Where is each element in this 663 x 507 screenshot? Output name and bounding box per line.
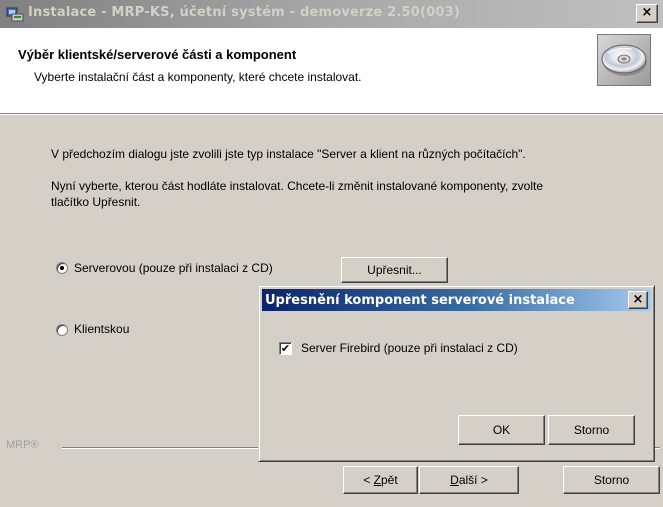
- check-icon: ✔: [280, 342, 291, 355]
- intro-text: V předchozím dialogu jste zvolili jste t…: [51, 147, 526, 161]
- dialog-cancel-label: Storno: [573, 423, 610, 437]
- component-details-dialog: Upřesnění komponent serverové instalace …: [258, 285, 655, 462]
- next-button[interactable]: Další >: [419, 466, 519, 494]
- firebird-checkbox-label[interactable]: Server Firebird (pouze při instalaci z C…: [301, 341, 518, 355]
- installer-window: Instalace - MRP-KS, účetní systém - demo…: [0, 0, 663, 507]
- details-button-label: Upřesnit...: [367, 263, 422, 277]
- header-banner: Výběr klientské/serverové části a kompon…: [0, 28, 663, 115]
- next-button-label: Další >: [450, 473, 488, 487]
- instruction-text-line2: tlačítko Upřesnit.: [51, 195, 141, 209]
- instruction-text-line1: Nyní vyberte, kterou část hodláte instal…: [51, 179, 544, 193]
- firebird-checkbox[interactable]: ✔: [279, 342, 292, 355]
- close-button[interactable]: ×: [636, 4, 658, 23]
- server-radio[interactable]: [56, 262, 68, 274]
- page-title: Výběr klientské/serverové části a kompon…: [18, 47, 297, 62]
- installer-app-icon: [6, 7, 24, 22]
- close-icon: ×: [632, 292, 644, 307]
- back-button-label: < Zpět: [363, 473, 398, 487]
- dialog-ok-button[interactable]: OK: [458, 415, 545, 445]
- cd-disc-icon: [601, 44, 647, 76]
- window-titlebar[interactable]: Instalace - MRP-KS, účetní systém - demo…: [0, 0, 663, 28]
- client-radio[interactable]: [56, 324, 68, 336]
- server-radio-label[interactable]: Serverovou (pouze při instalaci z CD): [74, 261, 273, 275]
- dialog-cancel-button[interactable]: Storno: [548, 415, 635, 445]
- brand-label: MRP®: [6, 439, 39, 451]
- window-title: Instalace - MRP-KS, účetní systém - demo…: [28, 5, 461, 20]
- cancel-button-label: Storno: [593, 473, 630, 487]
- client-radio-label[interactable]: Klientskou: [74, 322, 129, 336]
- close-icon: ×: [641, 5, 653, 20]
- details-button[interactable]: Upřesnit...: [341, 257, 448, 283]
- page-subtitle: Vyberte instalační část a komponenty, kt…: [34, 70, 362, 84]
- cd-image-frame: [597, 34, 651, 86]
- dialog-ok-label: OK: [492, 423, 511, 437]
- back-button[interactable]: < Zpět: [343, 466, 418, 494]
- cancel-button[interactable]: Storno: [563, 466, 660, 494]
- dialog-close-button[interactable]: ×: [628, 291, 648, 309]
- dialog-titlebar[interactable]: Upřesnění komponent serverové instalace …: [262, 289, 651, 311]
- dialog-title: Upřesnění komponent serverové instalace: [265, 293, 575, 308]
